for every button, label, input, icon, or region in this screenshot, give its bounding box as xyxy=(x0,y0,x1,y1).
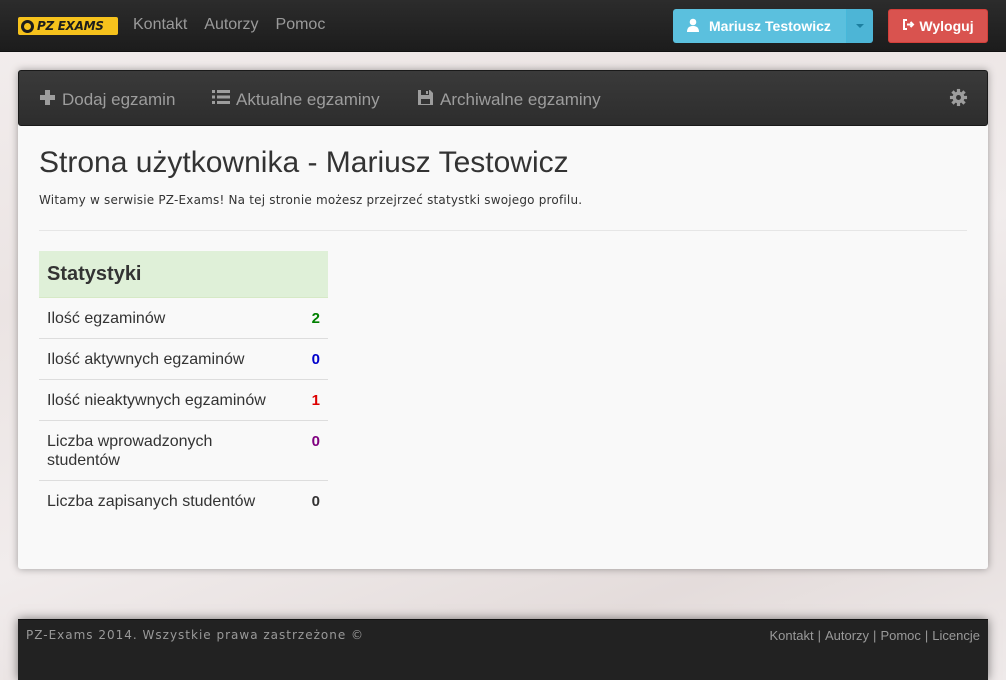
stats-label: Liczba zapisanych studentów xyxy=(47,493,256,510)
user-name: Mariusz Testowicz xyxy=(709,18,831,34)
brand-logo[interactable]: PZ EXAMS xyxy=(18,17,118,35)
main-panel: Dodaj egzamin Aktualne egzaminy Archiwal… xyxy=(18,70,988,569)
stats-row: Ilość aktywnych egzaminów 0 xyxy=(39,339,328,380)
user-dropdown-toggle[interactable] xyxy=(847,9,873,43)
stats-row: Ilość nieaktywnych egzaminów 1 xyxy=(39,380,328,421)
user-menu-button[interactable]: Mariusz Testowicz xyxy=(673,9,873,43)
stats-label: Ilość nieaktywnych egzaminów xyxy=(47,392,266,409)
footer: PZ-Exams 2014. Wszystkie prawa zastrzeżo… xyxy=(18,619,988,680)
footer-link-licencje[interactable]: Licencje xyxy=(932,628,980,643)
user-button-main[interactable]: Mariusz Testowicz xyxy=(673,9,847,43)
stats-label: Ilość aktywnych egzaminów xyxy=(47,351,245,368)
stats-value: 2 xyxy=(311,310,320,327)
plus-icon xyxy=(39,89,56,111)
page-title: Strona użytkownika - Mariusz Testowicz xyxy=(39,146,569,179)
footer-copyright: PZ-Exams 2014. Wszystkie prawa zastrzeżo… xyxy=(26,628,365,642)
stats-heading: Statystyki xyxy=(39,251,328,298)
archived-exams-label: Archiwalne egzaminy xyxy=(440,90,601,109)
footer-links: Kontakt | Autorzy | Pomoc | Licencje xyxy=(769,628,980,643)
sign-out-icon xyxy=(902,18,915,34)
welcome-text: Witamy w serwisie PZ-Exams! Na tej stron… xyxy=(39,193,583,207)
nav-link-kontakt[interactable]: Kontakt xyxy=(133,16,187,34)
stats-label: Ilość egzaminów xyxy=(47,310,166,327)
add-exam-link[interactable]: Dodaj egzamin xyxy=(39,89,175,111)
stats-label: Liczba wprowadzonych studentów xyxy=(47,433,213,469)
chevron-down-icon xyxy=(856,24,864,28)
footer-link-pomoc[interactable]: Pomoc xyxy=(880,628,920,643)
top-navbar: PZ EXAMS Kontakt Autorzy Pomoc Mariusz T… xyxy=(0,0,1006,52)
add-exam-label: Dodaj egzamin xyxy=(62,90,176,109)
stats-value: 0 xyxy=(311,351,320,368)
current-exams-link[interactable]: Aktualne egzaminy xyxy=(212,89,380,110)
footer-link-kontakt[interactable]: Kontakt xyxy=(769,628,813,643)
logout-label: Wyloguj xyxy=(919,18,974,34)
nav-link-pomoc[interactable]: Pomoc xyxy=(276,16,326,34)
current-exams-label: Aktualne egzaminy xyxy=(236,89,380,109)
footer-link-autorzy[interactable]: Autorzy xyxy=(825,628,869,643)
divider xyxy=(39,230,967,231)
archived-exams-link[interactable]: Archiwalne egzaminy xyxy=(417,89,601,111)
footer-separator: | xyxy=(924,628,929,643)
stats-row: Liczba zapisanych studentów 0 xyxy=(39,481,328,521)
user-icon xyxy=(686,18,700,35)
settings-gear-icon[interactable] xyxy=(949,88,968,113)
logo-mark-icon xyxy=(21,19,34,33)
floppy-disk-icon xyxy=(417,89,434,111)
stats-value: 1 xyxy=(311,392,320,409)
stats-row: Liczba wprowadzonych studentów 0 xyxy=(39,421,328,481)
footer-separator: | xyxy=(817,628,821,643)
footer-separator: | xyxy=(873,628,877,643)
stats-row: Ilość egzaminów 2 xyxy=(39,298,328,339)
stats-value: 0 xyxy=(311,433,320,450)
list-icon xyxy=(212,89,230,110)
logout-button[interactable]: Wyloguj xyxy=(888,9,988,43)
top-nav: Kontakt Autorzy Pomoc xyxy=(133,16,342,34)
brand-text: PZ EXAMS xyxy=(37,19,104,33)
stats-table: Statystyki Ilość egzaminów 2 Ilość aktyw… xyxy=(39,251,328,521)
nav-link-autorzy[interactable]: Autorzy xyxy=(204,16,258,34)
stats-value: 0 xyxy=(311,493,320,510)
exam-navbar: Dodaj egzamin Aktualne egzaminy Archiwal… xyxy=(18,70,988,126)
